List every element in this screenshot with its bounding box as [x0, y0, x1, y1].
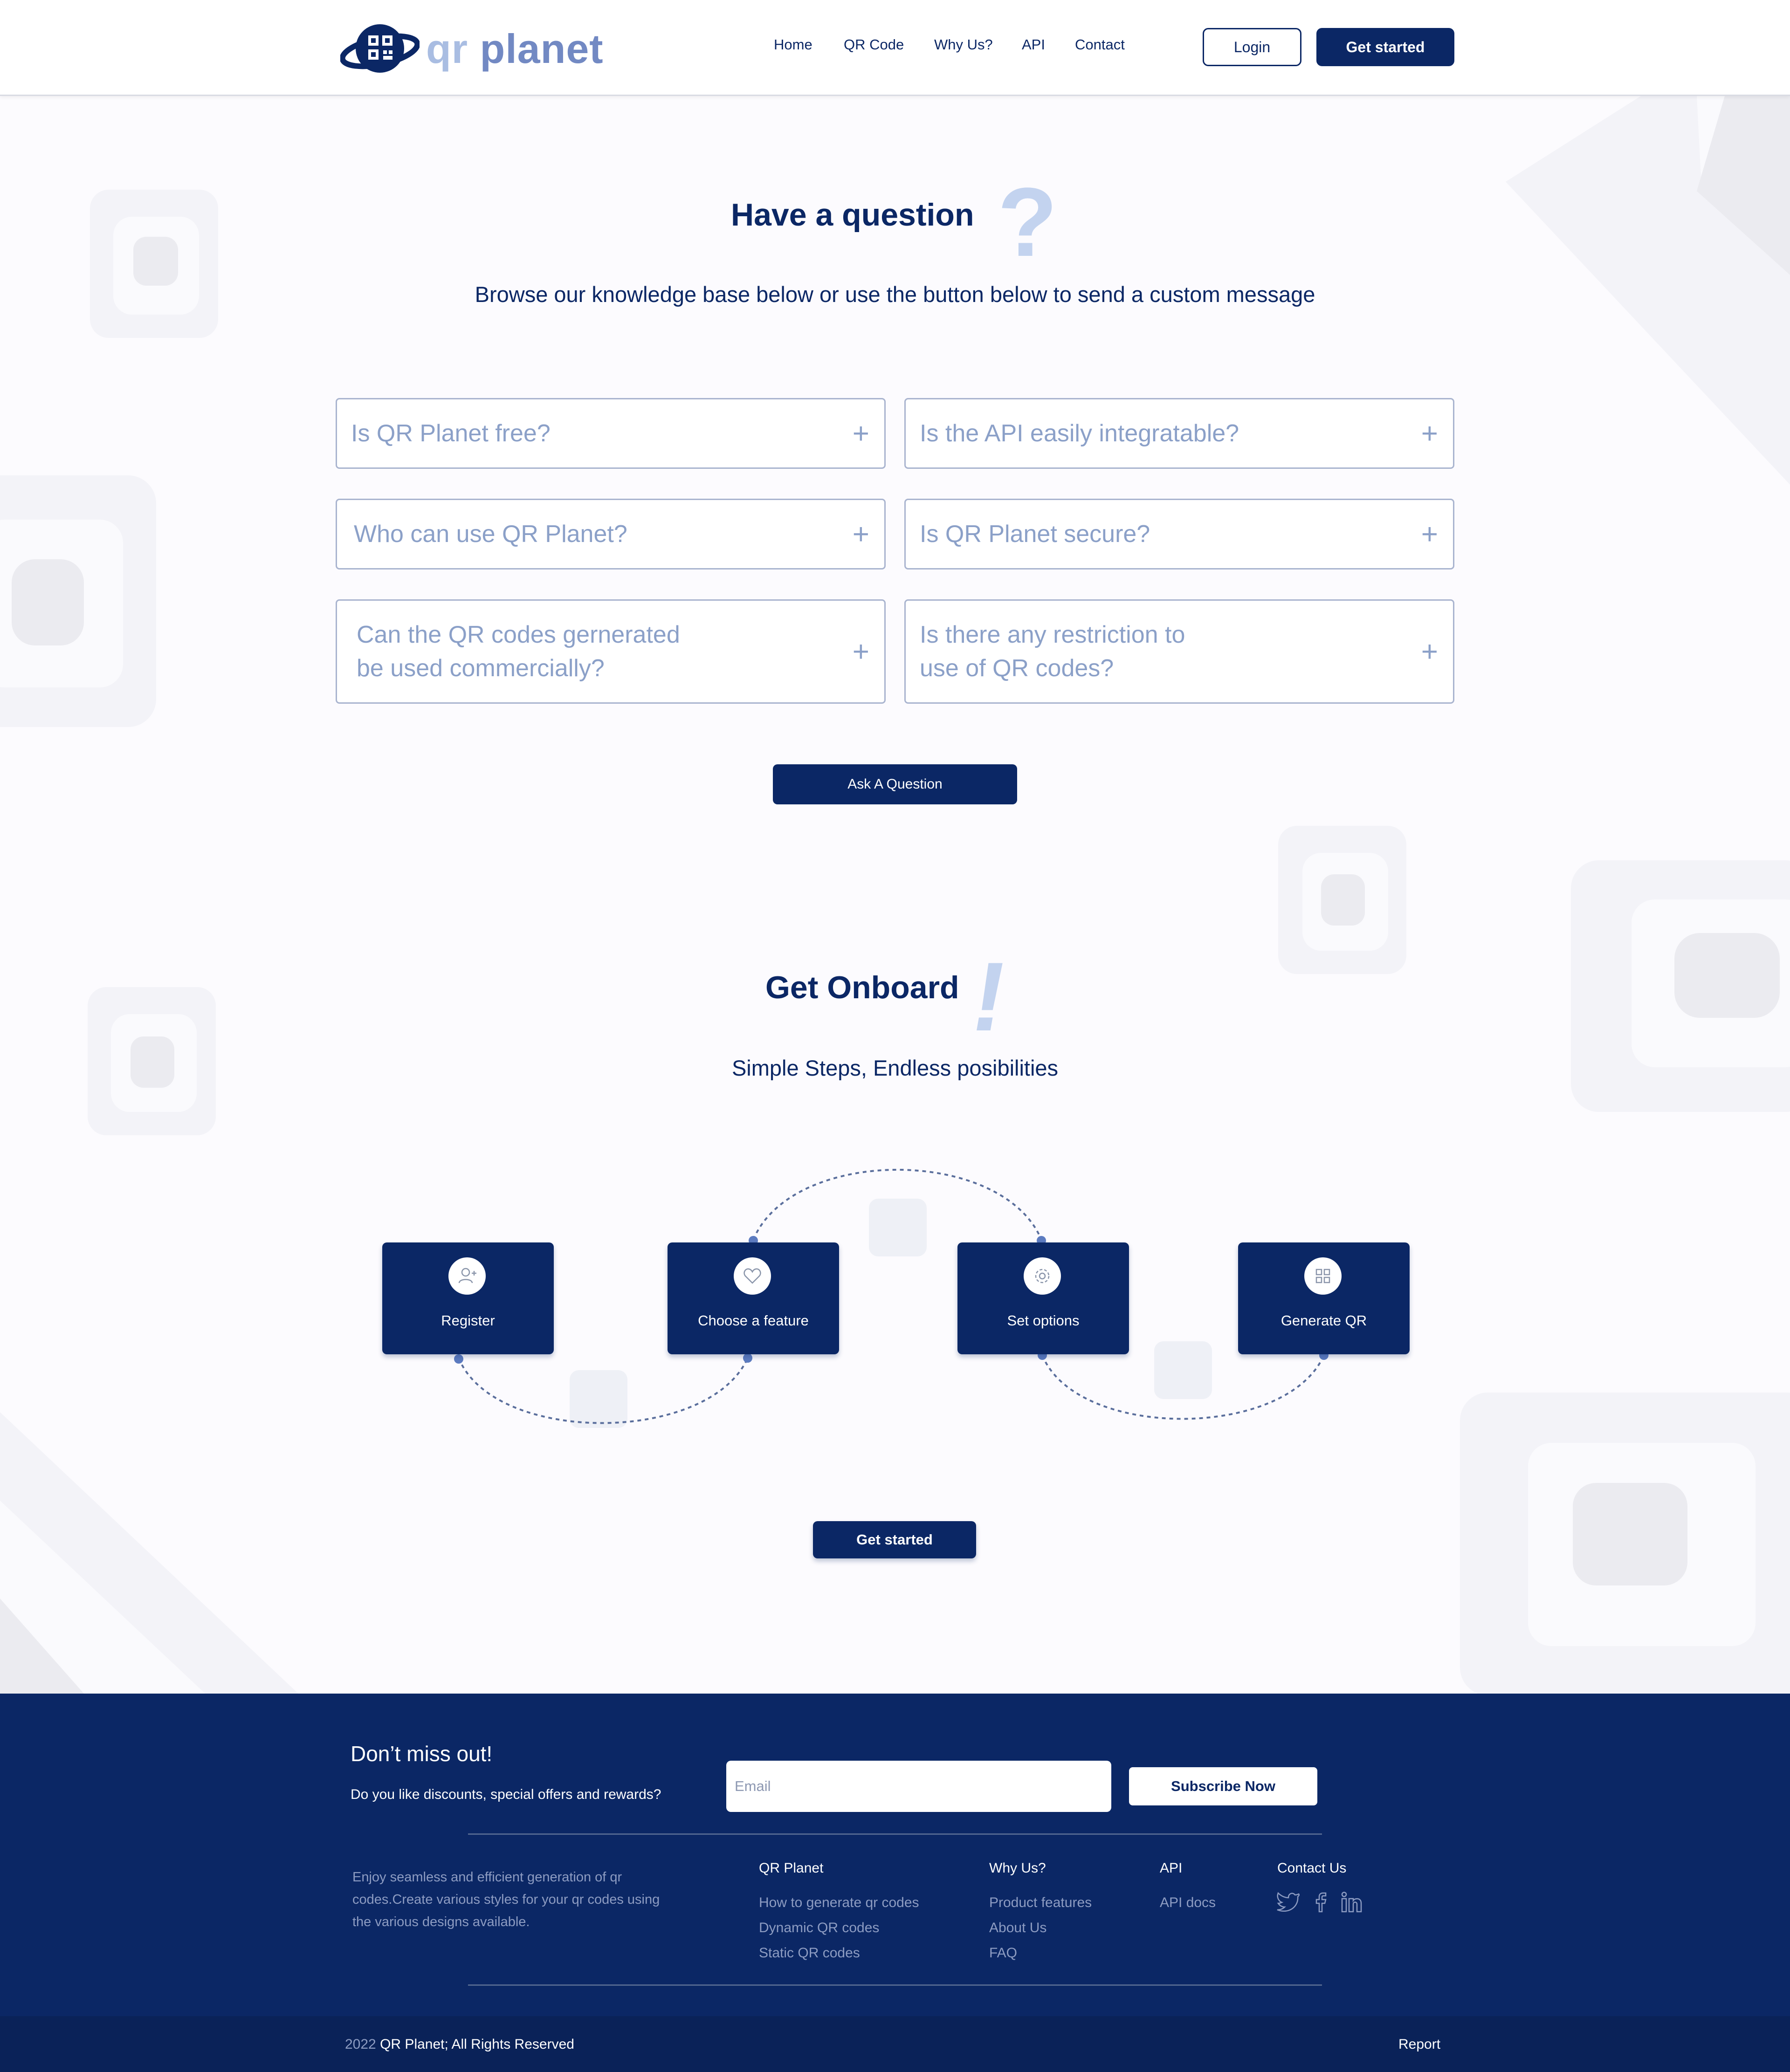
twitter-icon[interactable] — [1276, 1891, 1301, 1912]
nav-api[interactable]: API — [1022, 36, 1045, 53]
planet-logo-icon — [340, 24, 420, 73]
nav-contact[interactable]: Contact — [1075, 36, 1125, 53]
footer-link[interactable]: About Us — [989, 1920, 1046, 1936]
faq-question: Who can use QR Planet? — [354, 521, 627, 548]
step-choose-feature: Choose a feature — [668, 1242, 839, 1354]
faq-question: Is QR Planet secure? — [920, 521, 1150, 548]
plus-icon[interactable]: + — [1421, 417, 1438, 450]
faq-item[interactable]: Can the QR codes gernerated be used comm… — [336, 599, 886, 704]
question-mark-decoration: ? — [998, 167, 1058, 277]
faq-title: Have a question — [731, 197, 974, 233]
footer-link[interactable]: API docs — [1160, 1895, 1216, 1911]
step-label: Set options — [1007, 1312, 1080, 1329]
site-footer — [0, 1694, 1790, 2072]
onboard-subtitle: Simple Steps, Endless posibilities — [731, 1056, 1059, 1080]
onboard-title: Get Onboard — [765, 970, 959, 1005]
footer-divider — [468, 1833, 1322, 1835]
plus-icon[interactable]: + — [1421, 518, 1438, 551]
step-label: Choose a feature — [698, 1312, 809, 1329]
faq-item[interactable]: Is the API easily integratable? + — [904, 398, 1454, 469]
email-input[interactable]: Email — [726, 1761, 1111, 1812]
logo[interactable]: qr planet — [340, 19, 604, 79]
plus-icon[interactable]: + — [1421, 635, 1438, 668]
report-link[interactable]: Report — [1398, 2037, 1440, 2052]
footer-heading: QR Planet — [759, 1860, 824, 1876]
plus-icon[interactable]: + — [853, 518, 869, 551]
faq-item[interactable]: Who can use QR Planet? + — [336, 499, 886, 569]
heart-icon — [734, 1257, 771, 1295]
faq-item[interactable]: Is QR Planet free? + — [336, 398, 886, 469]
get-started-button[interactable]: Get started — [813, 1521, 976, 1558]
plus-icon[interactable]: + — [853, 635, 869, 668]
faq-question: Is QR Planet free? — [351, 420, 551, 447]
step-label: Register — [441, 1312, 495, 1329]
faq-item[interactable]: Is QR Planet secure? + — [904, 499, 1454, 569]
logo-text: qr planet — [426, 26, 604, 72]
footer-heading: API — [1160, 1860, 1183, 1876]
login-button[interactable]: Login — [1203, 28, 1301, 66]
copyright: 2022 QR Planet; All Rights Reserved — [345, 2037, 574, 2052]
nav-why-us[interactable]: Why Us? — [934, 36, 993, 53]
newsletter-title: Don’t miss out! — [351, 1742, 493, 1766]
footer-link[interactable]: Product features — [989, 1895, 1092, 1911]
grid-icon — [1304, 1257, 1342, 1295]
footer-bottom-bar — [0, 2016, 1790, 2072]
site-header: qr planet Home QR Code Why Us? API Conta… — [0, 0, 1790, 96]
facebook-icon[interactable] — [1314, 1889, 1328, 1913]
faq-subtitle: Browse our knowledge base below or use t… — [475, 282, 1315, 307]
header-get-started-button[interactable]: Get started — [1316, 28, 1454, 66]
faq-question: Is the API easily integratable? — [920, 420, 1239, 447]
footer-link[interactable]: How to generate qr codes — [759, 1895, 919, 1911]
step-set-options: Set options — [957, 1242, 1129, 1354]
footer-link[interactable]: Static QR codes — [759, 1945, 860, 1961]
plus-icon[interactable]: + — [853, 417, 869, 450]
subscribe-button[interactable]: Subscribe Now — [1129, 1767, 1317, 1805]
footer-heading: Why Us? — [989, 1860, 1046, 1876]
nav-qr-code[interactable]: QR Code — [844, 36, 904, 53]
step-generate-qr: Generate QR — [1238, 1242, 1410, 1354]
faq-question: Can the QR codes gernerated be used comm… — [357, 621, 680, 682]
newsletter-subtitle: Do you like discounts, special offers an… — [351, 1787, 661, 1802]
footer-link[interactable]: Dynamic QR codes — [759, 1920, 879, 1936]
ask-question-button[interactable]: Ask A Question — [773, 764, 1017, 804]
nav-home[interactable]: Home — [774, 36, 812, 53]
step-label: Generate QR — [1281, 1312, 1367, 1329]
faq-item[interactable]: Is there any restriction to use of QR co… — [904, 599, 1454, 704]
step-register: Register — [382, 1242, 554, 1354]
footer-divider — [468, 1984, 1322, 1986]
faq-question: Is there any restriction to use of QR co… — [920, 621, 1185, 682]
linkedin-icon[interactable] — [1341, 1891, 1363, 1913]
footer-heading: Contact Us — [1277, 1860, 1347, 1876]
gear-icon — [1024, 1257, 1061, 1295]
add-user-icon — [448, 1257, 486, 1295]
steps-connector — [454, 1169, 1329, 1424]
footer-link[interactable]: FAQ — [989, 1945, 1017, 1961]
